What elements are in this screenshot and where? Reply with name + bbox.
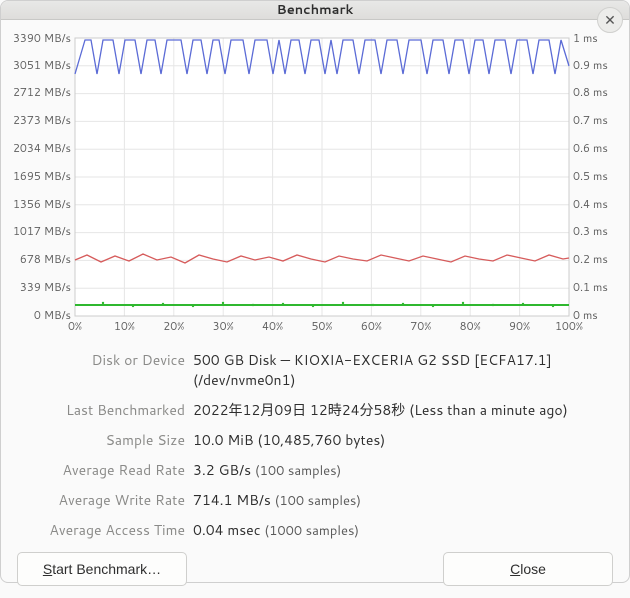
svg-text:0.2 ms: 0.2 ms xyxy=(573,251,608,267)
svg-text:40%: 40% xyxy=(262,318,283,334)
svg-text:80%: 80% xyxy=(460,318,481,334)
value-sample: 10.0 MiB (10,485,760 bytes) xyxy=(193,430,613,450)
value-disk: 500 GB Disk — KIOXIA-EXCERIA G2 SSD [ECF… xyxy=(193,350,613,390)
x-tick-labels: 0% 10% 20% 30% 40% 50% 60% 70% 80% 90% 1… xyxy=(68,318,583,334)
svg-text:0.1 ms: 0.1 ms xyxy=(573,279,608,295)
value-access: 0.04 msec (1000 samples) xyxy=(193,520,613,540)
label-last: Last Benchmarked xyxy=(17,400,185,420)
svg-text:2712 MB/s: 2712 MB/s xyxy=(13,84,71,100)
value-write: 714.1 MB/s (100 samples) xyxy=(193,490,613,510)
svg-text:339 MB/s: 339 MB/s xyxy=(20,279,71,295)
svg-text:0.6 ms: 0.6 ms xyxy=(573,140,608,156)
svg-text:0%: 0% xyxy=(68,318,82,334)
svg-text:10%: 10% xyxy=(114,318,135,334)
svg-text:0.7 ms: 0.7 ms xyxy=(573,112,608,128)
label-write: Average Write Rate xyxy=(17,490,185,510)
svg-text:60%: 60% xyxy=(361,318,382,334)
y-right-tick-labels: 0 ms 0.1 ms 0.2 ms 0.3 ms 0.4 ms 0.5 ms … xyxy=(573,30,608,323)
label-disk: Disk or Device xyxy=(17,350,185,390)
close-icon: ✕ xyxy=(604,10,616,30)
svg-text:0.9 ms: 0.9 ms xyxy=(573,57,608,73)
benchmark-chart: 0 MB/s 339 MB/s 678 MB/s 1017 MB/s 1356 … xyxy=(13,30,617,338)
svg-text:3051 MB/s: 3051 MB/s xyxy=(13,57,71,73)
svg-text:1 ms: 1 ms xyxy=(573,30,598,46)
svg-text:50%: 50% xyxy=(311,318,332,334)
value-last: 2022年12月09日 12時24分58秒 (Less than a minut… xyxy=(193,400,613,420)
svg-text:678 MB/s: 678 MB/s xyxy=(20,251,71,267)
svg-text:90%: 90% xyxy=(509,318,530,334)
svg-text:0.5 ms: 0.5 ms xyxy=(573,168,608,184)
svg-text:0 MB/s: 0 MB/s xyxy=(34,307,71,323)
y-left-tick-labels: 0 MB/s 339 MB/s 678 MB/s 1017 MB/s 1356 … xyxy=(13,30,71,323)
value-read: 3.2 GB/s (100 samples) xyxy=(193,460,613,480)
button-row: Start Benchmark… Close xyxy=(13,552,617,586)
svg-text:1017 MB/s: 1017 MB/s xyxy=(13,223,71,239)
info-grid: Disk or Device 500 GB Disk — KIOXIA-EXCE… xyxy=(13,348,617,552)
start-benchmark-button[interactable]: Start Benchmark… xyxy=(17,552,187,586)
window-title: Benchmark xyxy=(277,1,354,19)
label-sample: Sample Size xyxy=(17,430,185,450)
close-button[interactable]: Close xyxy=(443,552,613,586)
svg-text:2034 MB/s: 2034 MB/s xyxy=(13,140,71,156)
svg-text:20%: 20% xyxy=(163,318,184,334)
content-area: 0 MB/s 339 MB/s 678 MB/s 1017 MB/s 1356 … xyxy=(1,20,629,598)
label-read: Average Read Rate xyxy=(17,460,185,480)
svg-text:3390 MB/s: 3390 MB/s xyxy=(13,30,71,46)
svg-text:0.3 ms: 0.3 ms xyxy=(573,223,608,239)
svg-text:0.4 ms: 0.4 ms xyxy=(573,196,608,212)
svg-text:2373 MB/s: 2373 MB/s xyxy=(13,112,71,128)
titlebar: Benchmark ✕ xyxy=(1,1,629,20)
svg-text:1695 MB/s: 1695 MB/s xyxy=(13,168,71,184)
svg-text:1356 MB/s: 1356 MB/s xyxy=(13,196,71,212)
svg-text:100%: 100% xyxy=(555,318,583,334)
benchmark-window: Benchmark ✕ xyxy=(0,0,630,583)
svg-text:0.8 ms: 0.8 ms xyxy=(573,84,608,100)
svg-text:30%: 30% xyxy=(213,318,234,334)
label-access: Average Access Time xyxy=(17,520,185,540)
svg-text:70%: 70% xyxy=(410,318,431,334)
